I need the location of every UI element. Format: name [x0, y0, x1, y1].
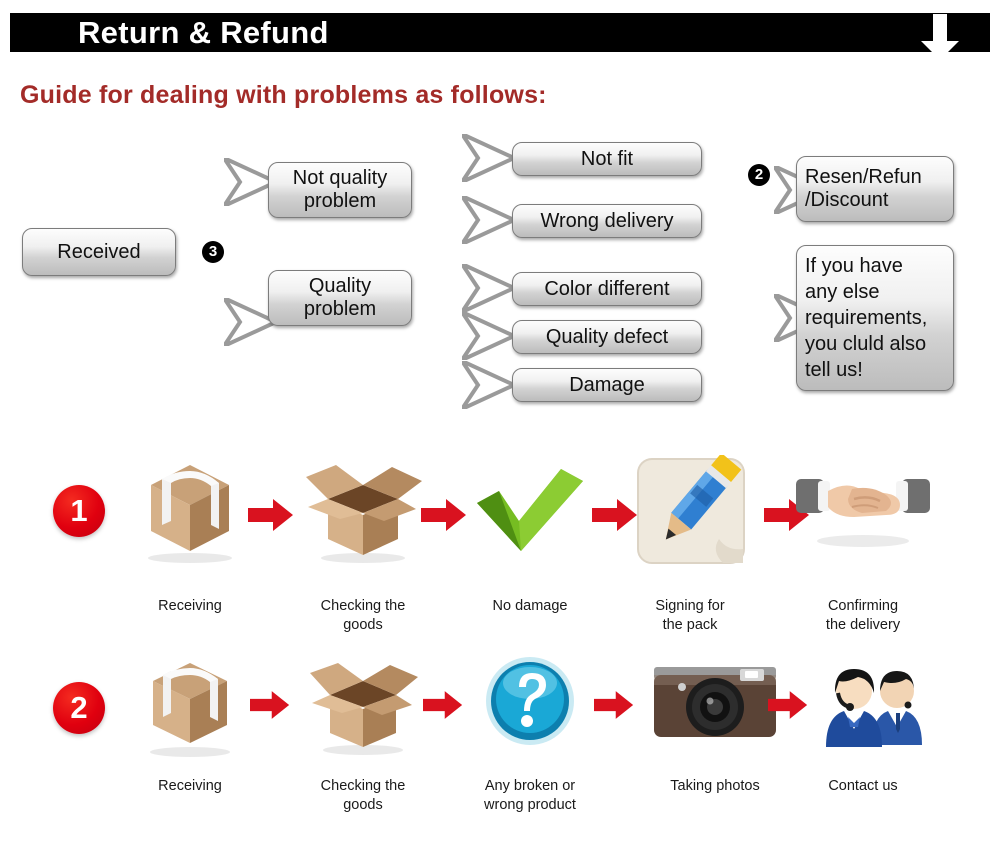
flowchart: Received 3 Not quality problem Quality p…	[0, 130, 1000, 430]
flow-node-not-quality-problem[interactable]: Not quality problem	[268, 162, 412, 218]
flow-node-label: Quality problem	[303, 275, 377, 320]
flow-node-resend-refund-discount[interactable]: Resen/Refun /Discount	[796, 156, 954, 222]
step-any-broken-or-wrong[interactable]: Any broken or wrong product	[455, 649, 605, 813]
closed-box-icon	[115, 649, 265, 759]
flow-node-color-different[interactable]: Color different	[512, 272, 702, 306]
step-checking-goods[interactable]: Checking the goods	[288, 649, 438, 813]
handshake-icon	[788, 455, 938, 565]
step-contact-us[interactable]: Contact us	[788, 649, 938, 794]
green-check-icon	[455, 455, 605, 565]
flow-node-wrong-delivery[interactable]: Wrong delivery	[512, 204, 702, 238]
flow-node-not-fit[interactable]: Not fit	[512, 142, 702, 176]
flow-node-label: Received	[57, 240, 141, 263]
open-box-icon	[288, 455, 438, 565]
flow-node-received[interactable]: Received	[22, 228, 176, 276]
row-number-badge: 1	[53, 485, 105, 537]
step-receiving[interactable]: Receiving	[115, 455, 265, 614]
flow-node-label: Color different	[544, 277, 670, 300]
step-caption: Any broken or wrong product	[484, 778, 576, 813]
flow-node-label: Quality defect	[545, 325, 669, 348]
step-caption: Checking the goods	[320, 778, 406, 813]
step-signing-for-pack[interactable]: Signing for the pack	[615, 455, 765, 633]
flow-node-label: Not fit	[580, 147, 634, 170]
process-row-1: 1 Receiving Checking the goods No damage…	[0, 455, 1000, 645]
pencil-sign-icon	[615, 455, 765, 565]
step-checking-goods[interactable]: Checking the goods	[288, 455, 438, 633]
open-box-icon	[288, 649, 438, 759]
process-row-2: 2 Receiving Checking the goods Any broke…	[0, 627, 1000, 817]
step-caption: Receiving	[158, 778, 222, 794]
flow-node-quality-problem[interactable]: Quality problem	[268, 270, 412, 326]
guide-heading: Guide for dealing with problems as follo…	[20, 81, 547, 109]
step-caption: Taking photos	[670, 778, 760, 794]
step-receiving[interactable]: Receiving	[115, 649, 265, 794]
step-no-damage[interactable]: No damage	[455, 455, 605, 614]
flow-node-label: Wrong delivery	[540, 209, 674, 232]
badge-three: 3	[202, 241, 224, 263]
flow-node-label: Damage	[569, 373, 645, 396]
step-caption: Contact us	[828, 778, 898, 794]
flow-node-label: Not quality problem	[292, 167, 388, 212]
badge-two: 2	[748, 164, 770, 186]
red-arrow-right-icon	[594, 689, 640, 725]
step-confirming-delivery[interactable]: Confirming the delivery	[788, 455, 938, 633]
flow-node-label: If you have any else requirements, you c…	[805, 255, 928, 381]
flow-node-damage[interactable]: Damage	[512, 368, 702, 402]
support-agents-icon	[788, 649, 938, 759]
flow-node-label: Resen/Refun /Discount	[805, 166, 922, 211]
flow-node-quality-defect[interactable]: Quality defect	[512, 320, 702, 354]
question-mark-icon	[455, 649, 605, 759]
arrow-down-icon	[918, 14, 962, 61]
step-caption: Receiving	[158, 598, 222, 614]
page-title: Return & Refund	[78, 15, 329, 50]
row-number-badge: 2	[53, 682, 105, 734]
flow-node-other-requirements[interactable]: If you have any else requirements, you c…	[796, 245, 954, 391]
closed-box-icon	[115, 455, 265, 565]
step-caption: No damage	[492, 598, 568, 614]
